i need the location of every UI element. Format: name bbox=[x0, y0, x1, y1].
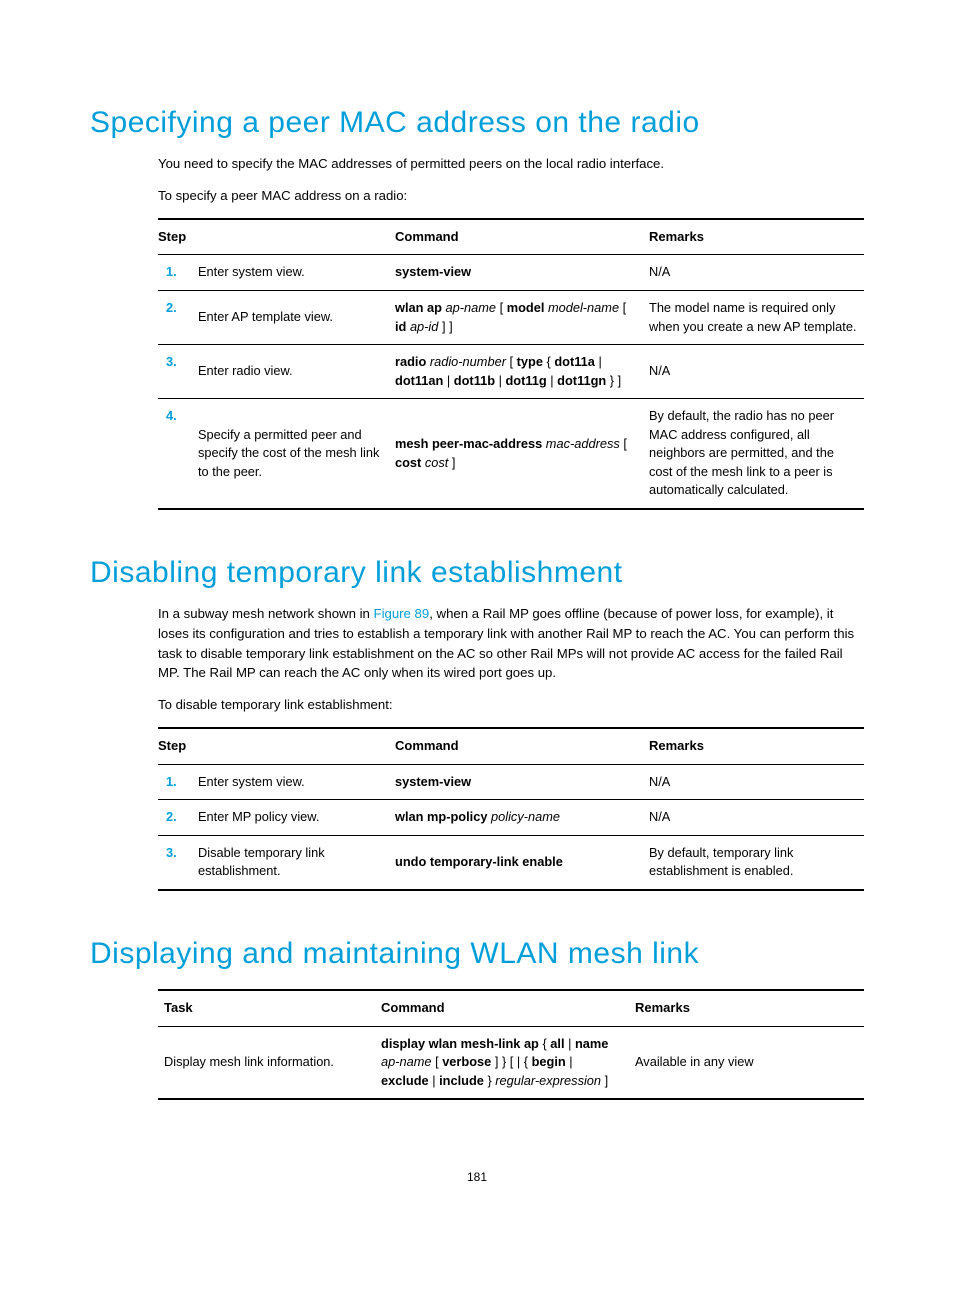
col-remarks: Remarks bbox=[649, 219, 864, 255]
section1-intro: You need to specify the MAC addresses of… bbox=[158, 154, 864, 206]
step-desc: Enter radio view. bbox=[198, 345, 395, 399]
step-desc: Enter MP policy view. bbox=[198, 800, 395, 836]
remarks-cell: N/A bbox=[649, 255, 864, 291]
table-row: Display mesh link information. display w… bbox=[158, 1026, 864, 1099]
step-desc: Enter AP template view. bbox=[198, 290, 395, 344]
remarks-cell: By default, the radio has no peer MAC ad… bbox=[649, 399, 864, 509]
section1-p2: To specify a peer MAC address on a radio… bbox=[158, 186, 864, 206]
col-remarks: Remarks bbox=[635, 990, 864, 1026]
remarks-cell: N/A bbox=[649, 764, 864, 800]
col-task: Task bbox=[158, 990, 381, 1026]
heading-specifying-peer-mac: Specifying a peer MAC address on the rad… bbox=[90, 106, 864, 140]
remarks-cell: Available in any view bbox=[635, 1026, 864, 1099]
page-number: 181 bbox=[90, 1170, 864, 1184]
col-remarks: Remarks bbox=[649, 728, 864, 764]
table-row: 2. Enter MP policy view. wlan mp-policy … bbox=[158, 800, 864, 836]
col-command: Command bbox=[395, 728, 649, 764]
step-desc: Enter system view. bbox=[198, 764, 395, 800]
command-cell: mesh peer-mac-address mac-address [ cost… bbox=[395, 399, 649, 509]
col-command: Command bbox=[395, 219, 649, 255]
section2-p1: In a subway mesh network shown in Figure… bbox=[158, 604, 864, 683]
table-row: 4. Specify a permitted peer and specify … bbox=[158, 399, 864, 509]
command-cell: undo temporary-link enable bbox=[395, 835, 649, 890]
remarks-cell: By default, temporary link establishment… bbox=[649, 835, 864, 890]
step-desc: Enter system view. bbox=[198, 255, 395, 291]
command-cell: wlan ap ap-name [ model model-name [ id … bbox=[395, 290, 649, 344]
step-desc: Specify a permitted peer and specify the… bbox=[198, 399, 395, 509]
table-row: 1. Enter system view. system-view N/A bbox=[158, 764, 864, 800]
remarks-cell: N/A bbox=[649, 800, 864, 836]
step-number: 2. bbox=[158, 290, 198, 344]
col-step: Step bbox=[158, 728, 395, 764]
heading-displaying-wlan-mesh: Displaying and maintaining WLAN mesh lin… bbox=[90, 937, 864, 971]
command-cell: wlan mp-policy policy-name bbox=[395, 800, 649, 836]
section2-p2: To disable temporary link establishment: bbox=[158, 695, 864, 715]
step-number: 2. bbox=[158, 800, 198, 836]
step-desc: Disable temporary link establishment. bbox=[198, 835, 395, 890]
figure-link[interactable]: Figure 89 bbox=[374, 606, 430, 621]
remarks-cell: N/A bbox=[649, 345, 864, 399]
table-peer-mac-steps: Step Command Remarks 1. Enter system vie… bbox=[158, 218, 864, 510]
heading-disabling-temp-link: Disabling temporary link establishment bbox=[90, 556, 864, 590]
col-step: Step bbox=[158, 219, 395, 255]
command-cell: system-view bbox=[395, 764, 649, 800]
step-number: 1. bbox=[158, 764, 198, 800]
col-command: Command bbox=[381, 990, 635, 1026]
step-number: 3. bbox=[158, 345, 198, 399]
table-row: 3. Enter radio view. radio radio-number … bbox=[158, 345, 864, 399]
command-cell: display wlan mesh-link ap { all | name a… bbox=[381, 1026, 635, 1099]
document-page: Specifying a peer MAC address on the rad… bbox=[0, 0, 954, 1224]
table-row: 2. Enter AP template view. wlan ap ap-na… bbox=[158, 290, 864, 344]
step-number: 3. bbox=[158, 835, 198, 890]
table-display-mesh-link: Task Command Remarks Display mesh link i… bbox=[158, 989, 864, 1100]
section2-intro: In a subway mesh network shown in Figure… bbox=[158, 604, 864, 715]
table-row: 3. Disable temporary link establishment.… bbox=[158, 835, 864, 890]
step-number: 1. bbox=[158, 255, 198, 291]
command-cell: radio radio-number [ type { dot11a | dot… bbox=[395, 345, 649, 399]
command-cell: system-view bbox=[395, 255, 649, 291]
remarks-cell: The model name is required only when you… bbox=[649, 290, 864, 344]
task-cell: Display mesh link information. bbox=[158, 1026, 381, 1099]
section1-p1: You need to specify the MAC addresses of… bbox=[158, 154, 864, 174]
table-disable-temp-link: Step Command Remarks 1. Enter system vie… bbox=[158, 727, 864, 891]
table-row: 1. Enter system view. system-view N/A bbox=[158, 255, 864, 291]
step-number: 4. bbox=[158, 399, 198, 509]
